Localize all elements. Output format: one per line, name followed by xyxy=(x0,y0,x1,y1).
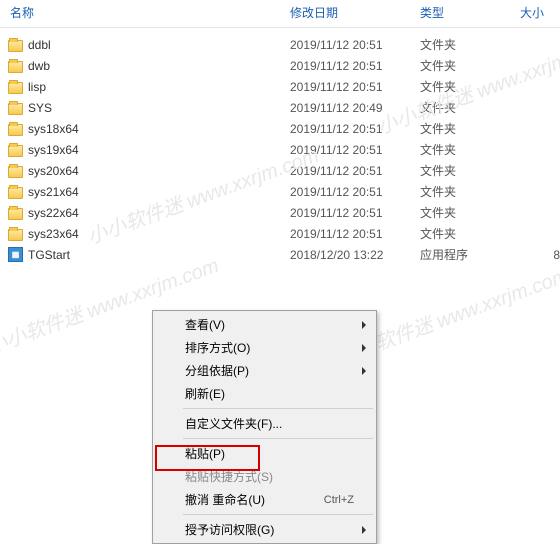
folder-icon xyxy=(8,100,24,116)
file-row[interactable]: sys21x642019/11/12 20:51文件夹 xyxy=(0,181,560,202)
application-icon: ▦ xyxy=(8,247,24,263)
file-type: 文件夹 xyxy=(420,162,520,179)
file-row[interactable]: dwb2019/11/12 20:51文件夹 xyxy=(0,55,560,76)
folder-icon xyxy=(8,79,24,95)
file-type: 应用程序 xyxy=(420,246,520,263)
file-name: sys22x64 xyxy=(28,206,290,220)
chevron-right-icon xyxy=(362,344,366,352)
file-date: 2019/11/12 20:51 xyxy=(290,80,420,94)
chevron-right-icon xyxy=(362,367,366,375)
file-type: 文件夹 xyxy=(420,36,520,53)
menu-sort[interactable]: 排序方式(O) xyxy=(155,336,374,359)
file-date: 2019/11/12 20:51 xyxy=(290,164,420,178)
menu-label: 查看(V) xyxy=(185,316,354,333)
column-header-size[interactable]: 大小 xyxy=(520,4,560,21)
file-row[interactable]: sys20x642019/11/12 20:51文件夹 xyxy=(0,160,560,181)
menu-customize-folder[interactable]: 自定义文件夹(F)... xyxy=(155,412,374,435)
menu-separator xyxy=(183,514,373,515)
menu-label: 刷新(E) xyxy=(185,385,354,402)
folder-icon xyxy=(8,121,24,137)
column-header-type[interactable]: 类型 xyxy=(420,4,520,21)
menu-label: 授予访问权限(G) xyxy=(185,521,354,538)
folder-icon xyxy=(8,37,24,53)
file-date: 2019/11/12 20:51 xyxy=(290,227,420,241)
menu-refresh[interactable]: 刷新(E) xyxy=(155,382,374,405)
file-date: 2019/11/12 20:51 xyxy=(290,206,420,220)
file-date: 2019/11/12 20:51 xyxy=(290,185,420,199)
file-name: lisp xyxy=(28,80,290,94)
folder-icon xyxy=(8,163,24,179)
menu-undo-rename[interactable]: 撤消 重命名(U) Ctrl+Z xyxy=(155,488,374,511)
file-date: 2019/11/12 20:51 xyxy=(290,122,420,136)
folder-icon xyxy=(8,226,24,242)
file-list: ddbl2019/11/12 20:51文件夹dwb2019/11/12 20:… xyxy=(0,28,560,265)
menu-shortcut: Ctrl+Z xyxy=(324,494,354,506)
menu-label: 撤消 重命名(U) xyxy=(185,491,324,508)
file-date: 2019/11/12 20:49 xyxy=(290,101,420,115)
menu-paste[interactable]: 粘贴(P) xyxy=(155,442,374,465)
file-row[interactable]: lisp2019/11/12 20:51文件夹 xyxy=(0,76,560,97)
file-date: 2019/11/12 20:51 xyxy=(290,143,420,157)
file-type: 文件夹 xyxy=(420,120,520,137)
file-row[interactable]: sys18x642019/11/12 20:51文件夹 xyxy=(0,118,560,139)
file-type: 文件夹 xyxy=(420,99,520,116)
file-name: ddbl xyxy=(28,38,290,52)
file-date: 2019/11/12 20:51 xyxy=(290,38,420,52)
file-row[interactable]: SYS2019/11/12 20:49文件夹 xyxy=(0,97,560,118)
file-name: dwb xyxy=(28,59,290,73)
file-row[interactable]: sys23x642019/11/12 20:51文件夹 xyxy=(0,223,560,244)
chevron-right-icon xyxy=(362,321,366,329)
menu-separator xyxy=(183,438,373,439)
file-row[interactable]: ▦ TGStart2018/12/20 13:22应用程序8 xyxy=(0,244,560,265)
folder-icon xyxy=(8,205,24,221)
file-row[interactable]: sys22x642019/11/12 20:51文件夹 xyxy=(0,202,560,223)
file-type: 文件夹 xyxy=(420,183,520,200)
file-name: sys19x64 xyxy=(28,143,290,157)
column-header-date[interactable]: 修改日期 xyxy=(290,4,420,21)
folder-icon xyxy=(8,142,24,158)
menu-label: 粘贴快捷方式(S) xyxy=(185,468,354,485)
folder-icon xyxy=(8,184,24,200)
file-type: 文件夹 xyxy=(420,78,520,95)
file-name: sys18x64 xyxy=(28,122,290,136)
file-row[interactable]: sys19x642019/11/12 20:51文件夹 xyxy=(0,139,560,160)
menu-label: 粘贴(P) xyxy=(185,445,354,462)
menu-label: 排序方式(O) xyxy=(185,339,354,356)
column-header-name[interactable]: 名称 xyxy=(0,4,290,21)
menu-group[interactable]: 分组依据(P) xyxy=(155,359,374,382)
file-row[interactable]: ddbl2019/11/12 20:51文件夹 xyxy=(0,34,560,55)
file-name: sys21x64 xyxy=(28,185,290,199)
menu-view[interactable]: 查看(V) xyxy=(155,313,374,336)
file-date: 2019/11/12 20:51 xyxy=(290,59,420,73)
menu-separator xyxy=(183,408,373,409)
file-name: sys20x64 xyxy=(28,164,290,178)
menu-paste-shortcut[interactable]: 粘贴快捷方式(S) xyxy=(155,465,374,488)
menu-label: 自定义文件夹(F)... xyxy=(185,415,354,432)
file-size: 8 xyxy=(520,248,560,262)
context-menu: 查看(V) 排序方式(O) 分组依据(P) 刷新(E) 自定义文件夹(F)...… xyxy=(152,310,377,544)
file-name: sys23x64 xyxy=(28,227,290,241)
file-type: 文件夹 xyxy=(420,204,520,221)
file-type: 文件夹 xyxy=(420,141,520,158)
chevron-right-icon xyxy=(362,526,366,534)
menu-label: 分组依据(P) xyxy=(185,362,354,379)
file-date: 2018/12/20 13:22 xyxy=(290,248,420,262)
file-name: SYS xyxy=(28,101,290,115)
file-type: 文件夹 xyxy=(420,225,520,242)
file-type: 文件夹 xyxy=(420,57,520,74)
folder-icon xyxy=(8,58,24,74)
column-header-row: 名称 修改日期 类型 大小 xyxy=(0,0,560,28)
file-name: TGStart xyxy=(28,248,290,262)
